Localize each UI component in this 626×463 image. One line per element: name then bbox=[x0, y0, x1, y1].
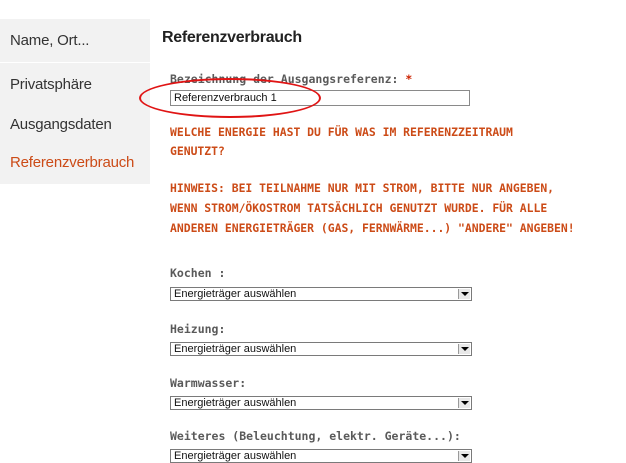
weiteres-select[interactable]: Energieträger auswählen bbox=[170, 449, 472, 463]
main-content: Referenzverbrauch Bezeichnung der Ausgan… bbox=[162, 0, 626, 463]
reference-name-label-text: Bezeichnung der Ausgangsreferenz: bbox=[170, 72, 399, 86]
heizung-label: Heizung: bbox=[170, 322, 226, 336]
question-line-2: GENUTZT? bbox=[170, 144, 225, 158]
question-line-1: WELCHE ENERGIE HAST DU FÜR WAS IM REFERE… bbox=[170, 125, 513, 139]
weiteres-label: Weiteres (Beleuchtung, elektr. Geräte...… bbox=[170, 429, 461, 443]
warmwasser-label: Warmwasser: bbox=[170, 376, 247, 390]
chevron-down-icon[interactable] bbox=[458, 344, 470, 354]
reference-name-label: Bezeichnung der Ausgangsreferenz: * bbox=[170, 72, 412, 86]
sidebar-item-ausgangsdaten[interactable]: Ausgangsdaten bbox=[0, 103, 150, 146]
heizung-select[interactable]: Energieträger auswählen bbox=[170, 342, 472, 356]
kochen-select[interactable]: Energieträger auswählen bbox=[170, 287, 472, 301]
kochen-select-value: Energieträger auswählen bbox=[174, 288, 297, 300]
sidebar-item-referenzverbrauch[interactable]: Referenzverbrauch bbox=[0, 141, 150, 184]
warmwasser-select[interactable]: Energieträger auswählen bbox=[170, 396, 472, 410]
kochen-label: Kochen : bbox=[170, 266, 226, 280]
sidebar-nav: Name, Ort... Privatsphäre Ausgangsdaten … bbox=[0, 0, 150, 463]
chevron-down-icon[interactable] bbox=[458, 289, 470, 299]
hint-line-3: ANDEREN ENERGIETRÄGER (GAS, FERNWÄRME...… bbox=[170, 221, 575, 235]
sidebar-item-privatsphaere[interactable]: Privatsphäre bbox=[0, 63, 150, 106]
chevron-down-icon[interactable] bbox=[458, 398, 470, 408]
hint-line-2: WENN STROM/ÖKOSTROM TATSÄCHLICH GENUTZT … bbox=[170, 201, 548, 215]
chevron-down-icon[interactable] bbox=[458, 451, 470, 461]
hint-line-1: HINWEIS: BEI TEILNAHME NUR MIT STROM, BI… bbox=[170, 181, 555, 195]
sidebar-item-name-ort[interactable]: Name, Ort... bbox=[0, 19, 150, 62]
weiteres-select-value: Energieträger auswählen bbox=[174, 450, 297, 462]
page-title: Referenzverbrauch bbox=[162, 29, 302, 46]
required-mark: * bbox=[405, 72, 413, 86]
heizung-select-value: Energieträger auswählen bbox=[174, 343, 297, 355]
reference-name-input[interactable] bbox=[170, 90, 470, 106]
warmwasser-select-value: Energieträger auswählen bbox=[174, 397, 297, 409]
